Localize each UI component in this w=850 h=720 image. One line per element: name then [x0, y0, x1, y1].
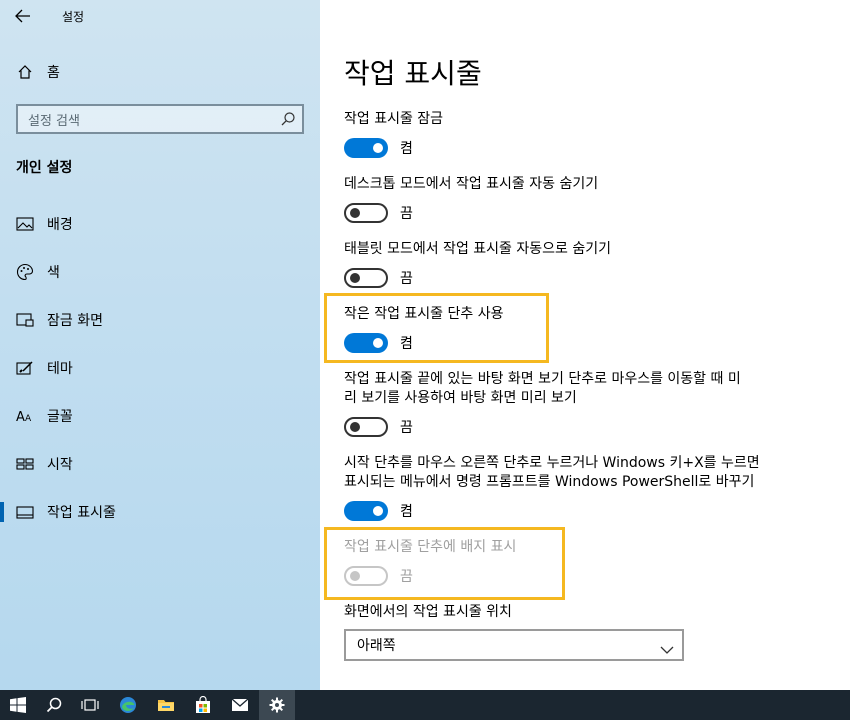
- mail-icon: [231, 698, 249, 711]
- chevron-down-icon: [660, 640, 674, 659]
- settings-gear-icon: [269, 697, 285, 713]
- start-button[interactable]: [0, 690, 36, 720]
- main-content: 작업 표시줄 작업 표시줄 잠금 켬 데스크톱 모드에서 작업 표시줄 자동 숨…: [320, 0, 850, 690]
- setting-row-autohide-desktop: 끔: [344, 202, 413, 224]
- start-tiles-icon: [16, 455, 34, 473]
- setting-label-powershell-line1: 시작 단추를 마우스 오른쪽 단추로 누르거나 Windows 키+X를 누르면: [344, 455, 760, 471]
- setting-label-peek-line1: 작업 표시줄 끝에 있는 바탕 화면 보기 단추로 마우스를 이동할 때 미: [344, 371, 741, 387]
- toggle-knob: [373, 143, 383, 153]
- setting-row-peek: 끔: [344, 416, 413, 438]
- sidebar-item-label: 시작: [47, 457, 73, 473]
- search-placeholder: 설정 검색: [28, 113, 80, 129]
- taskbar-position-dropdown[interactable]: 아래쪽: [344, 629, 684, 661]
- home-icon: [16, 63, 34, 81]
- back-button[interactable]: [12, 6, 34, 26]
- toggle-state-label: 켬: [400, 141, 413, 157]
- toggle-knob: [373, 338, 383, 348]
- selection-indicator: [0, 502, 4, 522]
- toggle-knob: [373, 506, 383, 516]
- file-explorer-button[interactable]: [148, 690, 184, 720]
- sidebar-item-label: 배경: [47, 217, 73, 233]
- search-input[interactable]: 설정 검색: [16, 104, 304, 134]
- toggle-badges: [344, 566, 388, 586]
- sidebar-item-label: 잠금 화면: [47, 313, 103, 329]
- setting-label-autohide-desktop: 데스크톱 모드에서 작업 표시줄 자동 숨기기: [344, 176, 599, 192]
- setting-label-small-buttons: 작은 작업 표시줄 단추 사용: [344, 306, 504, 322]
- back-arrow-icon: [15, 9, 30, 23]
- title-bar: 설정: [0, 0, 320, 32]
- toggle-knob: [350, 422, 360, 432]
- sidebar-item-lock-screen[interactable]: 잠금 화면: [0, 300, 320, 340]
- toggle-autohide-tablet[interactable]: [344, 268, 388, 288]
- sidebar-item-start[interactable]: 시작: [0, 444, 320, 484]
- edge-button[interactable]: [110, 690, 146, 720]
- task-view-button[interactable]: [72, 690, 108, 720]
- toggle-knob: [350, 571, 360, 581]
- toggle-autohide-desktop[interactable]: [344, 203, 388, 223]
- setting-row-autohide-tablet: 끔: [344, 267, 413, 289]
- taskbar-position-label: 화면에서의 작업 표시줄 위치: [344, 604, 512, 620]
- nav-home[interactable]: 홈: [0, 52, 320, 92]
- toggle-state-label: 끔: [400, 420, 413, 436]
- setting-label-badges: 작업 표시줄 단추에 배지 표시: [344, 539, 517, 555]
- toggle-knob: [350, 208, 360, 218]
- toggle-state-label: 끔: [400, 271, 413, 287]
- lock-screen-icon: [16, 311, 34, 329]
- app-title: 설정: [62, 10, 85, 24]
- sidebar-item-taskbar[interactable]: 작업 표시줄: [0, 492, 320, 532]
- toggle-powershell[interactable]: [344, 501, 388, 521]
- setting-label-lock-taskbar: 작업 표시줄 잠금: [344, 111, 444, 127]
- sidebar: 설정 홈 설정 검색 개인 설정 배경 색 잠금 화면 테마 A A 글꼴 시작…: [0, 0, 320, 690]
- theme-brush-icon: [16, 359, 34, 377]
- setting-row-small-buttons: 켬: [344, 332, 413, 354]
- setting-row-lock-taskbar: 켬: [344, 137, 413, 159]
- page-title: 작업 표시줄: [344, 57, 482, 90]
- taskbar-icon: [16, 503, 34, 521]
- setting-label-peek-line2: 리 보기를 사용하여 바탕 화면 미리 보기: [344, 390, 577, 406]
- sidebar-item-label: 테마: [47, 361, 73, 377]
- svg-text:A: A: [25, 414, 32, 424]
- sidebar-item-label: 글꼴: [47, 409, 73, 425]
- setting-row-powershell: 켬: [344, 500, 413, 522]
- setting-label-autohide-tablet: 태블릿 모드에서 작업 표시줄 자동으로 숨기기: [344, 241, 611, 257]
- edge-icon: [120, 697, 136, 713]
- store-button[interactable]: [185, 690, 221, 720]
- file-explorer-icon: [158, 700, 174, 711]
- toggle-knob: [350, 273, 360, 283]
- taskbar-search-button[interactable]: [36, 690, 72, 720]
- search-icon: [280, 111, 296, 131]
- font-icon: AA: [16, 407, 34, 425]
- toggle-state-label: 끔: [400, 569, 413, 585]
- toggle-state-label: 켬: [400, 336, 413, 352]
- toggle-lock-taskbar[interactable]: [344, 138, 388, 158]
- palette-icon: [16, 263, 34, 281]
- group-heading: 개인 설정: [16, 160, 73, 176]
- sidebar-item-color[interactable]: 색: [0, 252, 320, 292]
- svg-text:A: A: [16, 410, 25, 424]
- start-icon: [10, 697, 26, 713]
- task-view-icon: [81, 699, 99, 711]
- toggle-peek[interactable]: [344, 417, 388, 437]
- setting-row-badges: 끔: [344, 565, 413, 587]
- settings-taskbar-button[interactable]: [259, 690, 295, 720]
- toggle-state-label: 끔: [400, 206, 413, 222]
- sidebar-item-label: 작업 표시줄: [47, 505, 116, 521]
- store-icon: [196, 696, 210, 713]
- picture-icon: [16, 215, 34, 233]
- nav-home-label: 홈: [47, 65, 60, 81]
- mail-button[interactable]: [222, 690, 258, 720]
- toggle-state-label: 켬: [400, 504, 413, 520]
- setting-label-powershell-line2: 표시되는 메뉴에서 명령 프롬프트를 Windows PowerShell로 바…: [344, 474, 755, 490]
- dropdown-value: 아래쪽: [357, 638, 396, 654]
- search-icon: [46, 697, 62, 713]
- windows-taskbar: [0, 690, 850, 720]
- sidebar-item-themes[interactable]: 테마: [0, 348, 320, 388]
- toggle-small-buttons[interactable]: [344, 333, 388, 353]
- sidebar-item-fonts[interactable]: AA 글꼴: [0, 396, 320, 436]
- sidebar-item-background[interactable]: 배경: [0, 204, 320, 244]
- sidebar-item-label: 색: [47, 265, 60, 281]
